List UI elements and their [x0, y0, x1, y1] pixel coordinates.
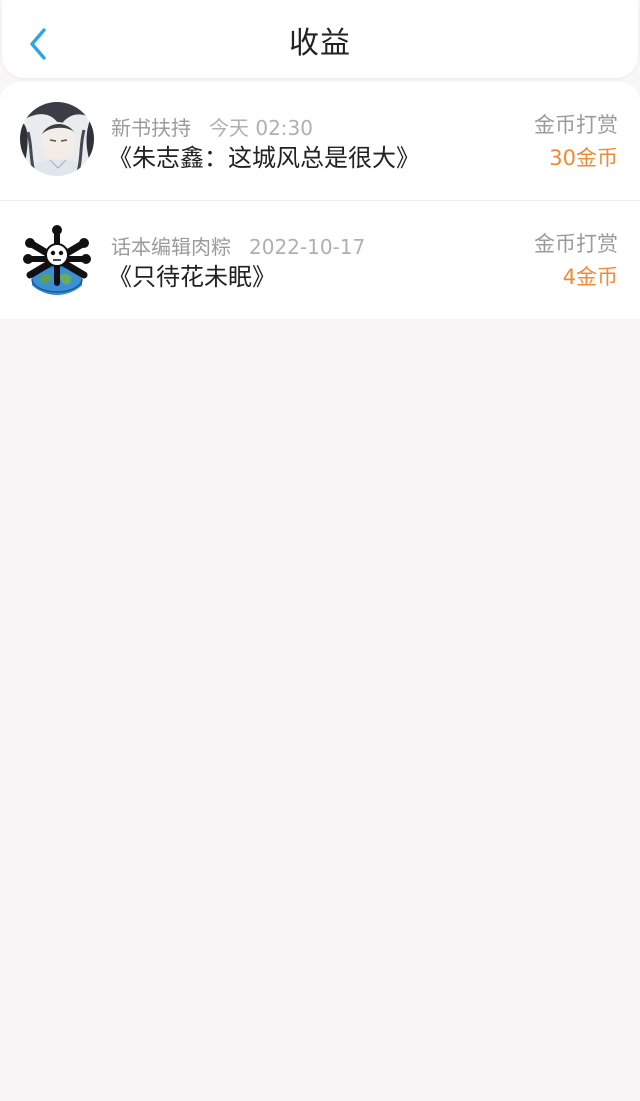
page-title: 收益	[289, 26, 351, 61]
anime-character-avatar-icon	[20, 102, 94, 176]
item-meta: 新书扶持 今天 02:30	[111, 112, 313, 141]
book-title: 《朱志鑫：这城风总是很大》	[108, 144, 420, 172]
avatar[interactable]	[20, 221, 94, 295]
item-meta: 话本编辑肉粽 2022-10-17	[111, 231, 365, 260]
skull-earth-avatar-icon	[20, 221, 94, 295]
book-title: 《只待花未眠》	[108, 263, 276, 291]
reward-type: 金币打赏	[534, 113, 618, 137]
sender-name: 话本编辑肉粽	[111, 235, 231, 259]
list-item[interactable]: 新书扶持 今天 02:30 《朱志鑫：这城风总是很大》 金币打赏 30金币	[0, 82, 640, 200]
timestamp: 今天 02:30	[209, 116, 313, 140]
navigation-header: 收益	[2, 0, 638, 78]
reward-type: 金币打赏	[534, 232, 618, 256]
timestamp: 2022-10-17	[249, 235, 366, 259]
list-item[interactable]: 话本编辑肉粽 2022-10-17 《只待花未眠》 金币打赏 4金币	[0, 200, 640, 319]
earnings-list: 新书扶持 今天 02:30 《朱志鑫：这城风总是很大》 金币打赏 30金币 话本…	[0, 82, 640, 319]
reward-amount: 30金币	[549, 146, 618, 170]
avatar[interactable]	[20, 102, 94, 176]
sender-name: 新书扶持	[111, 116, 191, 140]
reward-amount: 4金币	[562, 265, 618, 289]
